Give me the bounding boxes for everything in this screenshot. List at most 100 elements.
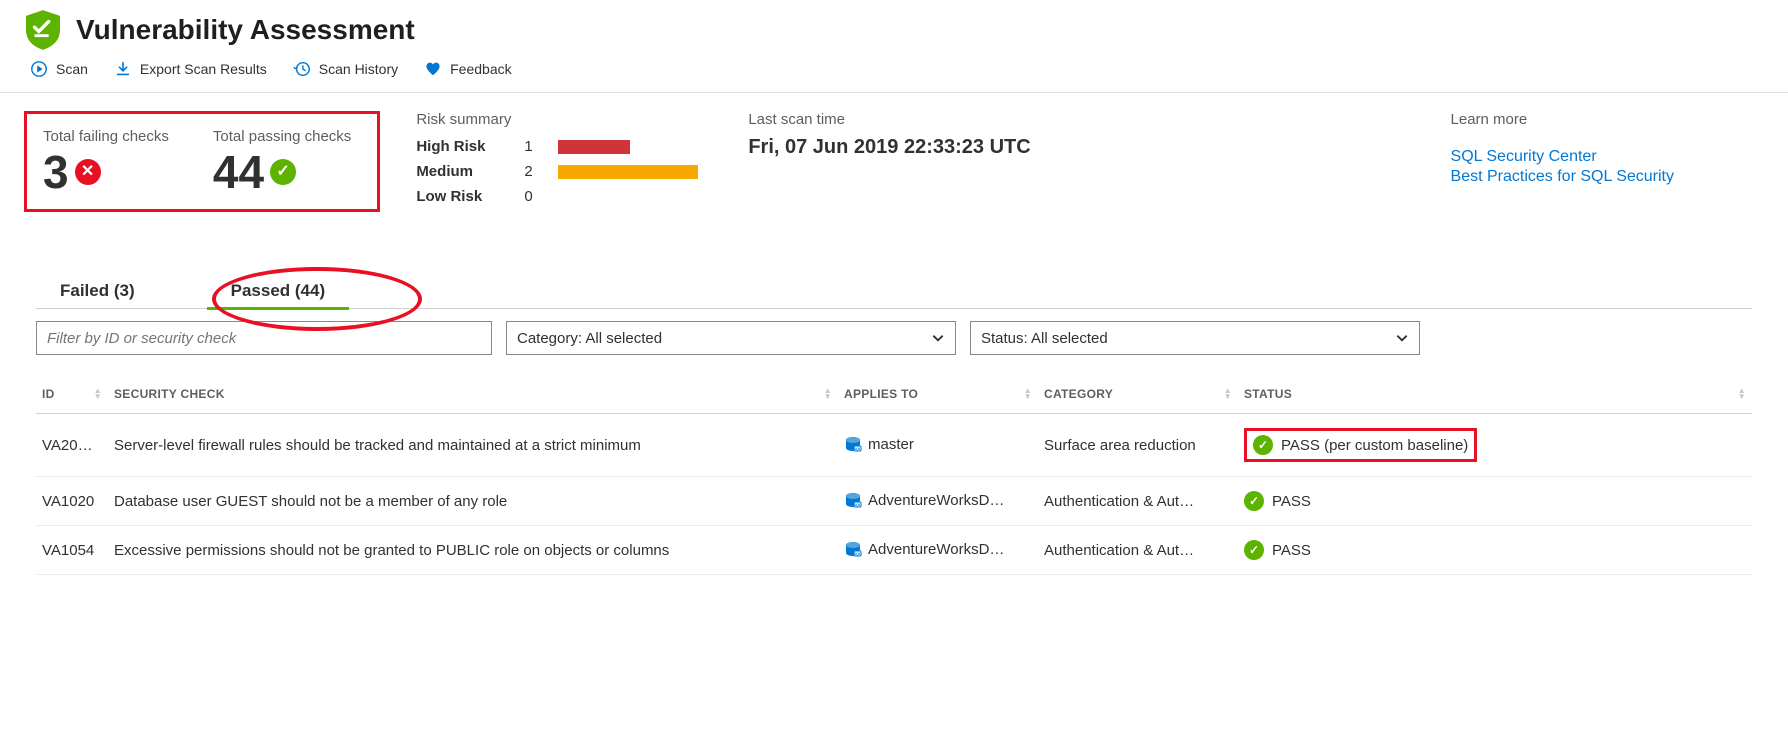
tab-failed[interactable]: Failed (3) xyxy=(36,275,159,308)
cell-check: Database user GUEST should not be a memb… xyxy=(108,477,838,526)
col-security-check[interactable]: SECURITY CHECK▲▼ xyxy=(108,379,838,414)
history-button[interactable]: Scan History xyxy=(293,60,398,78)
risk-low-count: 0 xyxy=(524,188,540,205)
cell-status: ✓ PASS (per custom baseline) xyxy=(1238,414,1752,477)
passing-count: 44 xyxy=(213,149,264,195)
tabs: Failed (3) Passed (44) xyxy=(36,275,1752,309)
scan-time: Last scan time Fri, 07 Jun 2019 22:33:23… xyxy=(748,111,1030,159)
failing-stat: Total failing checks 3 ✕ xyxy=(43,128,169,195)
cell-id: VA1054 xyxy=(36,526,108,575)
table-header-row: ID▲▼ SECURITY CHECK▲▼ APPLIES TO▲▼ CATEG… xyxy=(36,379,1752,414)
feedback-label: Feedback xyxy=(450,61,511,77)
cell-applies: SQLmaster xyxy=(838,414,1038,477)
sort-icon: ▲▼ xyxy=(1024,388,1032,400)
database-icon: SQL xyxy=(844,541,862,559)
status-badge: ✓ PASS xyxy=(1244,540,1746,560)
failing-label: Total failing checks xyxy=(43,128,169,145)
table-row[interactable]: VA1020Database user GUEST should not be … xyxy=(36,477,1752,526)
scan-icon xyxy=(30,60,48,78)
link-best-practices[interactable]: Best Practices for SQL Security xyxy=(1451,168,1674,186)
table-row[interactable]: VA1054Excessive permissions should not b… xyxy=(36,526,1752,575)
scan-time-label: Last scan time xyxy=(748,111,845,128)
risk-title: Risk summary xyxy=(416,111,698,128)
export-label: Export Scan Results xyxy=(140,61,267,77)
cell-category: Authentication & Aut… xyxy=(1038,477,1238,526)
history-label: Scan History xyxy=(319,61,398,77)
cell-applies: SQLAdventureWorksD… xyxy=(838,477,1038,526)
cell-applies: SQLAdventureWorksD… xyxy=(838,526,1038,575)
cell-check: Excessive permissions should not be gran… xyxy=(108,526,838,575)
download-icon xyxy=(114,60,132,78)
chevron-down-icon xyxy=(1395,331,1409,345)
database-icon: SQL xyxy=(844,436,862,454)
risk-medium-label: Medium xyxy=(416,163,506,180)
table-row[interactable]: VA20…Server-level firewall rules should … xyxy=(36,414,1752,477)
filter-text-input[interactable] xyxy=(36,321,492,355)
pass-icon: ✓ xyxy=(1253,435,1273,455)
cell-id: VA1020 xyxy=(36,477,108,526)
learn-more: Learn more SQL Security Center Best Prac… xyxy=(1451,111,1674,188)
page-header: Vulnerability Assessment xyxy=(0,0,1788,58)
learn-title: Learn more xyxy=(1451,111,1674,128)
feedback-button[interactable]: Feedback xyxy=(424,60,511,78)
pass-icon: ✓ xyxy=(1244,491,1264,511)
cell-category: Authentication & Aut… xyxy=(1038,526,1238,575)
tab-passed[interactable]: Passed (44) xyxy=(207,275,350,310)
chevron-down-icon xyxy=(931,331,945,345)
filter-category-select[interactable]: Category: All selected xyxy=(506,321,956,355)
risk-high-count: 1 xyxy=(524,138,540,155)
col-id[interactable]: ID▲▼ xyxy=(36,379,108,414)
risk-low-label: Low Risk xyxy=(416,188,506,205)
fail-icon: ✕ xyxy=(75,159,101,185)
passing-stat: Total passing checks 44 ✓ xyxy=(213,128,351,195)
status-text: PASS xyxy=(1272,493,1311,510)
scan-time-value: Fri, 07 Jun 2019 22:33:23 UTC xyxy=(748,136,1030,159)
stats-box: Total failing checks 3 ✕ Total passing c… xyxy=(24,111,380,212)
filter-status-select[interactable]: Status: All selected xyxy=(970,321,1420,355)
svg-text:SQL: SQL xyxy=(853,446,862,451)
history-icon xyxy=(293,60,311,78)
risk-high-bar xyxy=(558,140,630,154)
pass-icon: ✓ xyxy=(270,159,296,185)
cell-category: Surface area reduction xyxy=(1038,414,1238,477)
link-sql-security-center[interactable]: SQL Security Center xyxy=(1451,148,1674,166)
page-title: Vulnerability Assessment xyxy=(76,14,415,46)
sort-icon: ▲▼ xyxy=(1224,388,1232,400)
scan-label: Scan xyxy=(56,61,88,77)
cell-status: ✓ PASS xyxy=(1238,477,1752,526)
summary-panel: Total failing checks 3 ✕ Total passing c… xyxy=(0,93,1788,223)
cell-check: Server-level firewall rules should be tr… xyxy=(108,414,838,477)
export-button[interactable]: Export Scan Results xyxy=(114,60,267,78)
col-applies-to[interactable]: APPLIES TO▲▼ xyxy=(838,379,1038,414)
status-badge: ✓ PASS xyxy=(1244,491,1746,511)
cell-status: ✓ PASS xyxy=(1238,526,1752,575)
sort-icon: ▲▼ xyxy=(824,388,832,400)
risk-high-label: High Risk xyxy=(416,138,506,155)
sort-icon: ▲▼ xyxy=(94,388,102,400)
svg-text:SQL: SQL xyxy=(853,502,862,507)
passing-label: Total passing checks xyxy=(213,128,351,145)
results-table: ID▲▼ SECURITY CHECK▲▼ APPLIES TO▲▼ CATEG… xyxy=(36,379,1752,575)
svg-text:SQL: SQL xyxy=(853,551,862,556)
toolbar: Scan Export Scan Results Scan History Fe… xyxy=(0,58,1788,93)
risk-row-medium: Medium 2 xyxy=(416,163,698,180)
col-status[interactable]: STATUS▲▼ xyxy=(1238,379,1752,414)
col-category[interactable]: CATEGORY▲▼ xyxy=(1038,379,1238,414)
filter-category-value: Category: All selected xyxy=(517,330,662,347)
risk-medium-count: 2 xyxy=(524,163,540,180)
scan-button[interactable]: Scan xyxy=(30,60,88,78)
heart-icon xyxy=(424,60,442,78)
risk-summary: Risk summary High Risk 1 Medium 2 Low Ri… xyxy=(416,111,698,213)
cell-id: VA20… xyxy=(36,414,108,477)
sort-icon: ▲▼ xyxy=(1738,388,1746,400)
tabs-wrap: Failed (3) Passed (44) xyxy=(0,223,1788,309)
failing-count: 3 xyxy=(43,149,69,195)
database-icon: SQL xyxy=(844,492,862,510)
filter-bar: Category: All selected Status: All selec… xyxy=(0,309,1788,361)
shield-icon xyxy=(26,10,60,50)
pass-icon: ✓ xyxy=(1244,540,1264,560)
status-text: PASS (per custom baseline) xyxy=(1281,437,1468,454)
status-badge: ✓ PASS (per custom baseline) xyxy=(1244,428,1477,462)
risk-row-low: Low Risk 0 xyxy=(416,188,698,205)
status-text: PASS xyxy=(1272,542,1311,559)
